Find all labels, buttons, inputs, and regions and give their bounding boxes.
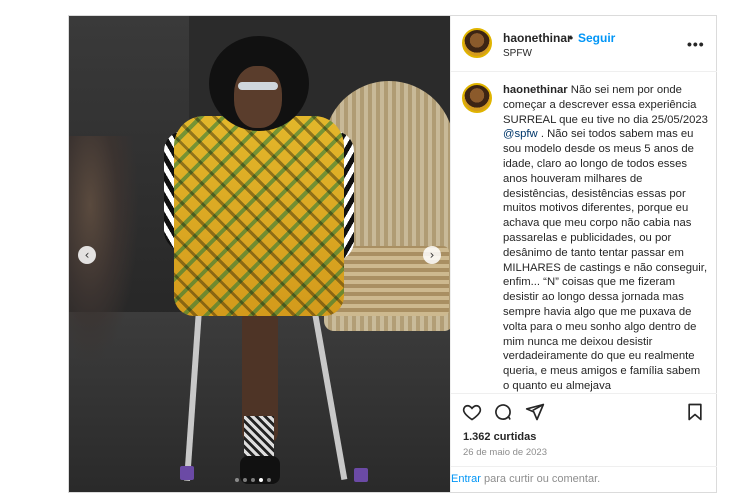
bookmark-icon[interactable] <box>685 402 705 422</box>
carousel-indicator <box>235 478 271 482</box>
comment-icon[interactable] <box>493 402 513 422</box>
patterned-dress <box>174 116 344 316</box>
post-modal: ‹ › haonethinar • Seguir SPFW ••• haonet… <box>68 15 717 493</box>
login-prompt: Entrar para curtir ou comentar. <box>451 466 717 492</box>
caption-text: haonethinar Não sei nem por onde começar… <box>503 83 708 393</box>
login-prompt-text: para curtir ou comentar. <box>480 473 601 485</box>
crutch-tip-right <box>354 468 368 482</box>
model-face <box>234 66 282 128</box>
model-sock <box>244 416 274 461</box>
post-sidebar: haonethinar • Seguir SPFW ••• haonethina… <box>450 16 717 492</box>
previous-slide-button[interactable]: ‹ <box>78 246 96 264</box>
location-link[interactable]: SPFW <box>503 48 532 59</box>
send-icon[interactable] <box>525 402 545 422</box>
avatar[interactable] <box>462 28 492 58</box>
follow-button[interactable]: Seguir <box>578 31 615 45</box>
chevron-right-icon: › <box>429 248 435 262</box>
likes-count[interactable]: 1.362 curtidas <box>463 431 536 443</box>
caption-section: haonethinar Não sei nem por onde começar… <box>451 73 717 393</box>
caption-body-end: . Não sei todos sabem mas eu sou modelo … <box>503 128 708 392</box>
chevron-left-icon: ‹ <box>84 248 90 262</box>
carousel-dot <box>267 478 271 482</box>
action-bar <box>451 393 717 427</box>
carousel-dot <box>243 478 247 482</box>
model-glasses <box>238 82 278 90</box>
carousel-dot <box>235 478 239 482</box>
username-link[interactable]: haonethinar <box>503 31 572 45</box>
follow-separator: • <box>569 31 574 45</box>
carousel-dot <box>259 478 263 482</box>
post-header: haonethinar • Seguir SPFW ••• <box>451 16 717 72</box>
caption-mention[interactable]: @spfw <box>503 128 538 140</box>
post-date[interactable]: 26 de maio de 2023 <box>463 447 547 458</box>
more-options-icon[interactable]: ••• <box>687 36 705 52</box>
caption-avatar[interactable] <box>462 83 492 113</box>
heart-icon[interactable] <box>462 402 482 422</box>
next-slide-button[interactable]: › <box>423 246 441 264</box>
post-media[interactable]: ‹ › <box>69 16 450 492</box>
runway-model <box>164 36 368 492</box>
login-link[interactable]: Entrar <box>451 473 481 485</box>
caption-username[interactable]: haonethinar <box>503 84 568 96</box>
carousel-dot <box>251 478 255 482</box>
crutch-tip-left <box>180 466 194 480</box>
